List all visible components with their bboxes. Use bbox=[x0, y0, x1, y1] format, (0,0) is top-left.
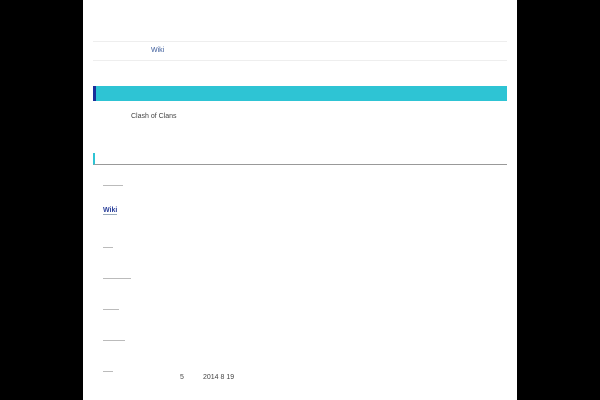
item-count: 5 bbox=[180, 374, 184, 381]
divider bbox=[93, 41, 507, 42]
list-link[interactable] bbox=[103, 368, 113, 372]
section-subheader bbox=[93, 153, 507, 165]
date: 2014 8 19 bbox=[203, 374, 235, 381]
divider bbox=[93, 60, 507, 61]
list-link[interactable] bbox=[103, 182, 123, 186]
list-link[interactable] bbox=[103, 244, 113, 248]
wiki-link[interactable]: Wiki bbox=[103, 207, 118, 215]
list-link[interactable] bbox=[103, 337, 125, 341]
game-title: Clash of Clans bbox=[131, 113, 177, 120]
breadcrumb-wiki-link[interactable]: Wiki bbox=[151, 47, 164, 54]
page-content: Wiki Clash of Clans Wiki 5 2014 8 19 bbox=[83, 0, 517, 400]
list-link[interactable] bbox=[103, 275, 131, 279]
section-header-bar bbox=[93, 86, 507, 101]
list-link[interactable] bbox=[103, 306, 119, 310]
